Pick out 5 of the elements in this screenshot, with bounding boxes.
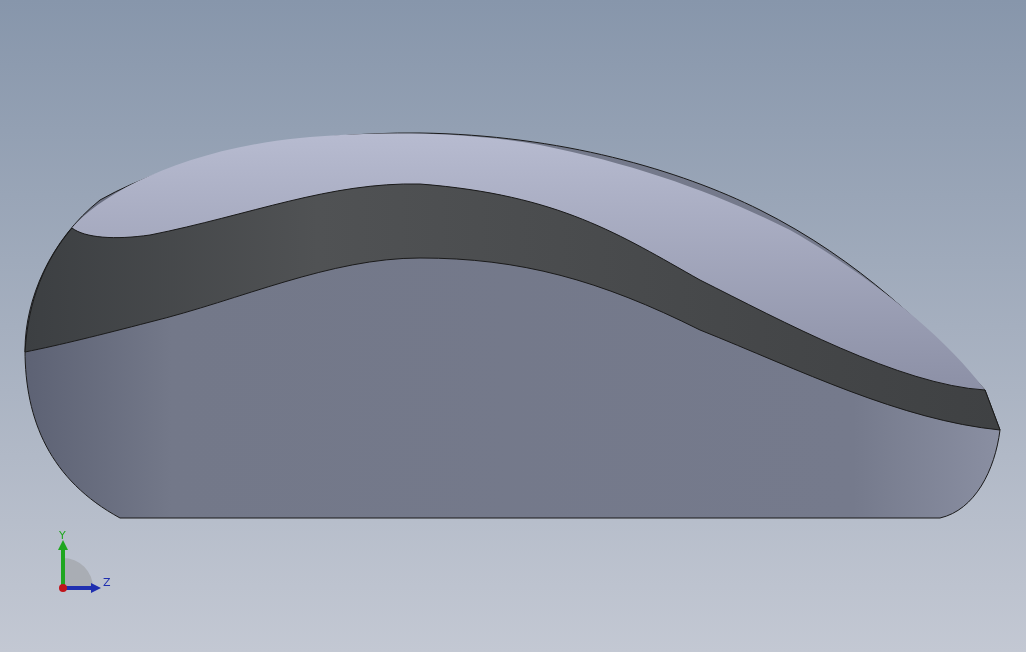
- origin-icon: [59, 584, 67, 592]
- triad-plane-icon: [63, 558, 93, 588]
- viewport[interactable]: Y Z: [0, 0, 1026, 652]
- axis-label: Z: [103, 576, 111, 589]
- axis-label: Y: [59, 529, 66, 542]
